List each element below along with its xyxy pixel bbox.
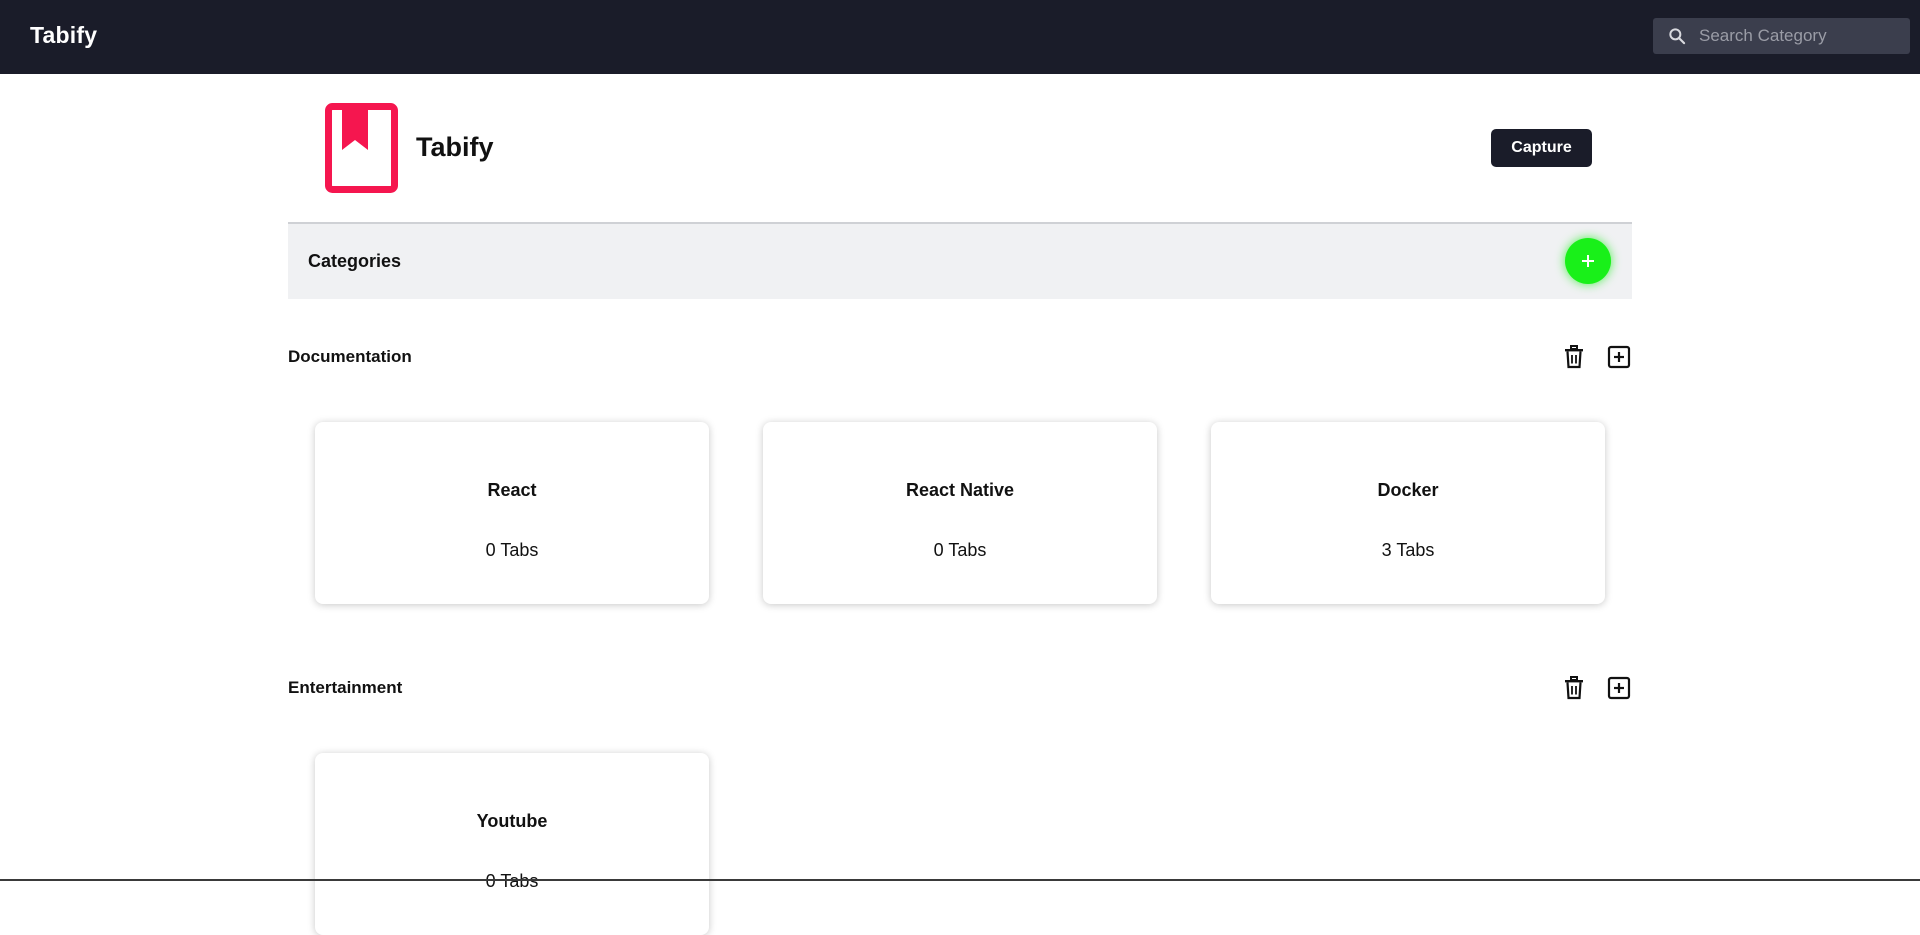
add-category-button[interactable] [1565, 238, 1611, 284]
category-title: Entertainment [288, 678, 403, 697]
tab-card-react[interactable]: React 0 Tabs [315, 422, 709, 604]
tab-card-youtube[interactable]: Youtube 0 Tabs [315, 753, 709, 935]
card-title: Docker [1377, 480, 1439, 500]
app-header: Tabify Capture [288, 74, 1632, 222]
tab-card-react-native[interactable]: React Native 0 Tabs [763, 422, 1157, 604]
capture-button[interactable]: Capture [1491, 129, 1592, 167]
categories-bar: Categories [288, 222, 1632, 299]
search-icon [1669, 28, 1686, 45]
delete-category-button[interactable] [1560, 343, 1588, 371]
top-navbar: Tabify [0, 0, 1920, 74]
trash-icon [1565, 676, 1583, 700]
card-title: React Native [905, 480, 1015, 500]
card-tab-count: 0 Tabs [485, 871, 539, 891]
navbar-brand[interactable]: Tabify [30, 22, 97, 49]
card-tab-count: 3 Tabs [1381, 540, 1435, 560]
delete-category-button[interactable] [1560, 674, 1588, 702]
trash-icon [1565, 345, 1583, 369]
category-header-entertainment: Entertainment [288, 668, 1632, 708]
plus-square-icon [1607, 676, 1631, 700]
plus-icon [1582, 255, 1594, 267]
search-box[interactable] [1653, 18, 1910, 54]
category-header-documentation: Documentation [288, 337, 1632, 377]
plus-square-icon [1607, 345, 1631, 369]
app-title: Tabify [416, 132, 494, 162]
card-title: React [487, 480, 537, 500]
categories-title: Categories [308, 251, 402, 271]
add-tab-button[interactable] [1605, 343, 1633, 371]
category-title: Documentation [288, 347, 412, 366]
tab-card-docker[interactable]: Docker 3 Tabs [1211, 422, 1605, 604]
card-tab-count: 0 Tabs [485, 540, 539, 560]
add-tab-button[interactable] [1605, 674, 1633, 702]
card-tab-count: 0 Tabs [933, 540, 987, 560]
card-title: Youtube [476, 811, 548, 831]
bookmark-book-icon [325, 103, 398, 193]
search-input[interactable] [1699, 18, 1904, 54]
